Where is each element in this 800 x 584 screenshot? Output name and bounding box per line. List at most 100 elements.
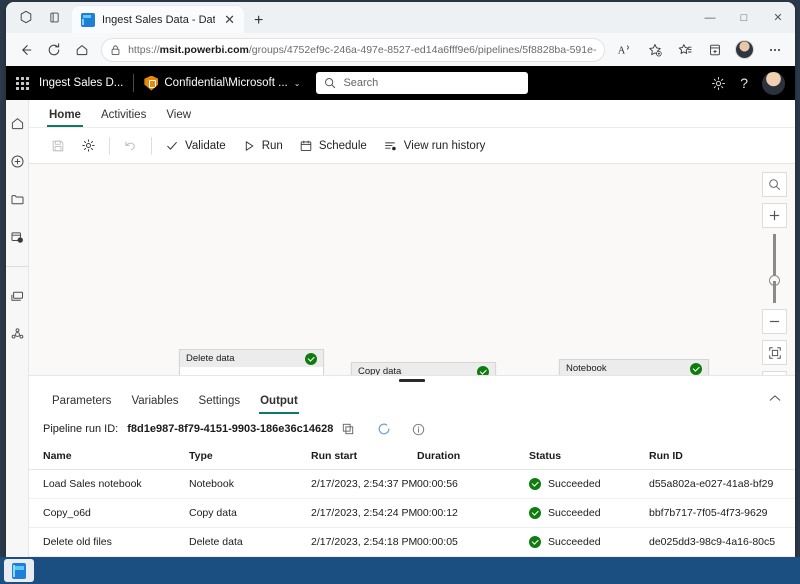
column-header-type[interactable]: Type — [189, 443, 311, 470]
taskbar-app-button[interactable] — [4, 559, 34, 582]
add-favorite-icon[interactable] — [640, 37, 669, 63]
collections-icon[interactable] — [700, 37, 729, 63]
column-header-run-id[interactable]: Run ID — [649, 443, 795, 470]
cell-name: Load Sales notebook — [29, 470, 189, 499]
address-bar[interactable]: https://msit.powerbi.com/groups/4752ef9c… — [101, 38, 605, 62]
cell-type: Notebook — [189, 470, 311, 499]
minimize-button[interactable]: — — [693, 2, 727, 33]
help-icon[interactable]: ? — [740, 75, 748, 91]
view-run-history-button[interactable]: View run history — [375, 135, 494, 157]
gear-icon[interactable] — [711, 76, 726, 91]
sidebar-item-home[interactable] — [6, 112, 28, 134]
status-badge: Succeeded — [548, 478, 601, 490]
window-controls: — □ ✕ — [693, 2, 795, 33]
app-title[interactable]: Ingest Sales D... — [39, 77, 123, 89]
maximize-button[interactable]: □ — [727, 2, 761, 33]
tab-home[interactable]: Home — [41, 106, 89, 127]
status-success-icon — [529, 507, 541, 519]
sidebar-item-data-engineering[interactable] — [6, 323, 28, 345]
app-launcher-icon[interactable] — [16, 77, 29, 90]
pipeline-node-delete-data[interactable]: Delete data Delete old files — [179, 349, 324, 376]
column-header-name[interactable]: Name — [29, 443, 189, 470]
table-row[interactable]: Delete old files Delete data 2/17/2023, … — [29, 528, 795, 557]
cell-status: Succeeded — [529, 470, 649, 499]
table-row[interactable]: Load Sales notebook Notebook 2/17/2023, … — [29, 470, 795, 499]
cell-type: Copy data — [189, 499, 311, 528]
powerbi-app: Ingest Sales D... Confidential\Microsoft… — [6, 66, 795, 557]
chevron-down-icon[interactable]: ⌄ — [294, 79, 301, 88]
sidebar-item-workspaces[interactable] — [6, 285, 28, 307]
divider — [133, 74, 134, 92]
chevron-up-icon[interactable] — [769, 394, 781, 402]
panel-resize-handle[interactable] — [29, 376, 795, 385]
refresh-icon[interactable] — [40, 37, 68, 63]
tab-list-icon[interactable] — [40, 3, 68, 31]
column-header-duration[interactable]: Duration — [417, 443, 529, 470]
favorites-icon[interactable] — [670, 37, 699, 63]
zoom-slider[interactable] — [762, 234, 787, 303]
zoom-search-icon[interactable] — [762, 172, 787, 197]
settings-gear-button[interactable] — [73, 134, 104, 157]
zoom-to-fit-button[interactable] — [762, 340, 787, 365]
tab-variables[interactable]: Variables — [122, 391, 187, 414]
copy-icon[interactable] — [342, 423, 354, 435]
url-text: https://msit.powerbi.com/groups/4752ef9c… — [128, 44, 596, 56]
tab-output[interactable]: Output — [251, 391, 307, 414]
back-arrow-icon[interactable] — [12, 37, 40, 63]
divider — [6, 266, 28, 267]
tab-view[interactable]: View — [158, 106, 199, 127]
main-content: Home Activities View — [29, 100, 795, 557]
zoom-slider-track — [773, 234, 776, 280]
node-body: Delete old files — [180, 367, 323, 376]
read-aloud-icon[interactable]: A — [610, 37, 639, 63]
app-header-actions: ? — [711, 72, 785, 95]
status-success-icon — [690, 363, 702, 375]
status-success-icon — [529, 536, 541, 548]
sensitivity-label[interactable]: Confidential\Microsoft ... ⌄ — [144, 76, 300, 91]
browser-tab[interactable]: Ingest Sales Data - Data enginee ✕ — [72, 6, 244, 33]
undo-button[interactable] — [115, 134, 146, 157]
node-header: Copy data — [352, 363, 495, 376]
run-button[interactable]: Run — [234, 135, 291, 157]
schedule-button[interactable]: Schedule — [291, 135, 375, 157]
more-settings-icon[interactable] — [760, 37, 789, 63]
home-icon[interactable] — [68, 37, 96, 63]
svg-text:A: A — [617, 46, 625, 57]
pipeline-canvas[interactable]: Delete data Delete old files — [29, 164, 795, 376]
site-info-lock-icon[interactable] — [110, 44, 121, 56]
cell-status: Succeeded — [529, 528, 649, 557]
zoom-out-button[interactable] — [762, 309, 787, 334]
pipeline-connectors — [29, 164, 769, 376]
cell-duration: 00:00:12 — [417, 499, 529, 528]
sidebar-item-onelake-data-hub[interactable] — [6, 226, 28, 248]
zoom-in-button[interactable] — [762, 203, 787, 228]
column-header-run-start[interactable]: Run start — [311, 443, 417, 470]
run-label: Run — [262, 140, 283, 152]
column-header-status[interactable]: Status — [529, 443, 649, 470]
cell-run-id: bbf7b717-7f05-4f73-9629 — [649, 499, 795, 528]
sidebar-item-create[interactable] — [6, 150, 28, 172]
save-button[interactable] — [43, 135, 73, 157]
status-success-icon — [477, 366, 489, 377]
search-box[interactable]: Search — [316, 72, 528, 94]
info-icon[interactable] — [412, 423, 425, 436]
profile-avatar-icon[interactable] — [730, 37, 759, 63]
validate-button[interactable]: Validate — [157, 135, 234, 157]
close-window-button[interactable]: ✕ — [761, 2, 795, 33]
pipeline-node-copy-data[interactable]: Copy data Copy_o6d — [351, 362, 496, 376]
new-tab-button[interactable]: + — [254, 13, 263, 29]
close-tab-icon[interactable]: ✕ — [222, 13, 237, 26]
tab-parameters[interactable]: Parameters — [43, 391, 120, 414]
reset-layout-button[interactable] — [762, 371, 787, 376]
sidebar-item-browse[interactable] — [6, 188, 28, 210]
pipeline-node-notebook[interactable]: Notebook Load Sales notebook — [559, 359, 709, 376]
validate-label: Validate — [185, 140, 226, 152]
tab-search-icon[interactable] — [12, 3, 40, 31]
tab-activities[interactable]: Activities — [93, 106, 154, 127]
table-row[interactable]: Copy_o6d Copy data 2/17/2023, 2:54:24 PM… — [29, 499, 795, 528]
tab-settings[interactable]: Settings — [190, 391, 250, 414]
windows-taskbar — [0, 557, 800, 584]
refresh-spinner-icon[interactable] — [377, 422, 391, 436]
avatar[interactable] — [762, 72, 785, 95]
canvas-zoom-controls — [762, 172, 787, 376]
